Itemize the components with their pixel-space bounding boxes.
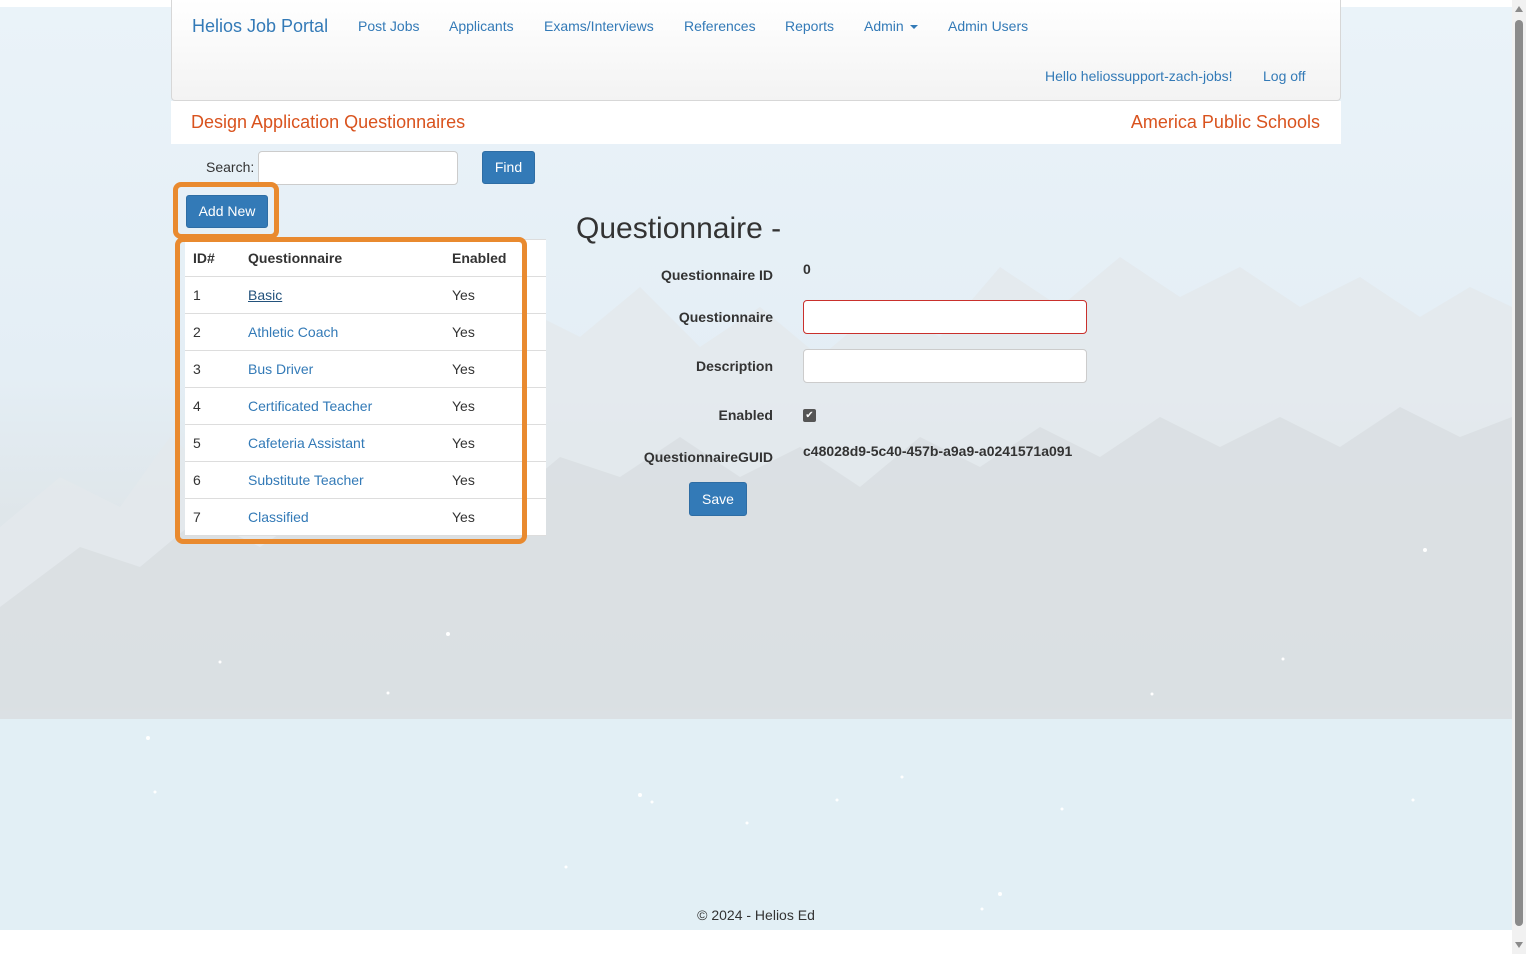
search-label: Search: — [206, 159, 255, 175]
nav-admin-users[interactable]: Admin Users — [948, 18, 1028, 34]
nav-admin-label: Admin — [864, 18, 904, 34]
questionnaire-id-value: 0 — [803, 261, 811, 277]
guid-label: QuestionnaireGUID — [643, 449, 773, 465]
logoff-link[interactable]: Log off — [1263, 68, 1306, 84]
scrollbar[interactable] — [1512, 0, 1526, 954]
nav-applicants[interactable]: Applicants — [449, 18, 514, 34]
scroll-down-icon[interactable] — [1515, 942, 1523, 948]
search-input[interactable] — [258, 151, 458, 185]
user-greeting-link[interactable]: Hello heliossupport-zach-jobs! — [1045, 68, 1233, 84]
find-button[interactable]: Find — [482, 151, 535, 184]
nav-references[interactable]: References — [684, 18, 756, 34]
organization-name: America Public Schools — [1130, 112, 1320, 132]
page-header: Design Application Questionnaires Americ… — [171, 101, 1341, 144]
questionnaire-name-input[interactable] — [803, 300, 1087, 334]
scroll-up-icon[interactable] — [1515, 6, 1523, 12]
footer-copyright: © 2024 - Helios Ed — [697, 907, 815, 923]
guid-value: c48028d9-5c40-457b-a9a9-a0241571a091 — [803, 443, 1073, 459]
navbar: Helios Job Portal Post Jobs Applicants E… — [171, 0, 1341, 101]
nav-exams-interviews[interactable]: Exams/Interviews — [544, 18, 654, 34]
enabled-checkbox[interactable]: ✔ — [803, 409, 816, 422]
nav-admin-dropdown[interactable]: Admin — [864, 18, 918, 34]
questionnaire-id-label: Questionnaire ID — [660, 267, 773, 283]
description-label: Description — [695, 358, 773, 374]
enabled-label: Enabled — [718, 407, 773, 423]
page-title: Design Application Questionnaires — [191, 112, 466, 132]
highlight-table — [175, 237, 527, 544]
chevron-down-icon — [909, 25, 918, 30]
brand-link[interactable]: Helios Job Portal — [192, 16, 328, 37]
nav-post-jobs[interactable]: Post Jobs — [358, 18, 419, 34]
scrollbar-thumb[interactable] — [1515, 20, 1523, 926]
highlight-add-new — [173, 182, 279, 239]
checkmark-icon: ✔ — [805, 410, 814, 421]
form-title: Questionnaire - — [576, 212, 782, 245]
nav-reports[interactable]: Reports — [785, 18, 834, 34]
questionnaire-name-label: Questionnaire — [678, 309, 773, 325]
save-button[interactable]: Save — [689, 482, 747, 516]
description-input[interactable] — [803, 349, 1087, 383]
